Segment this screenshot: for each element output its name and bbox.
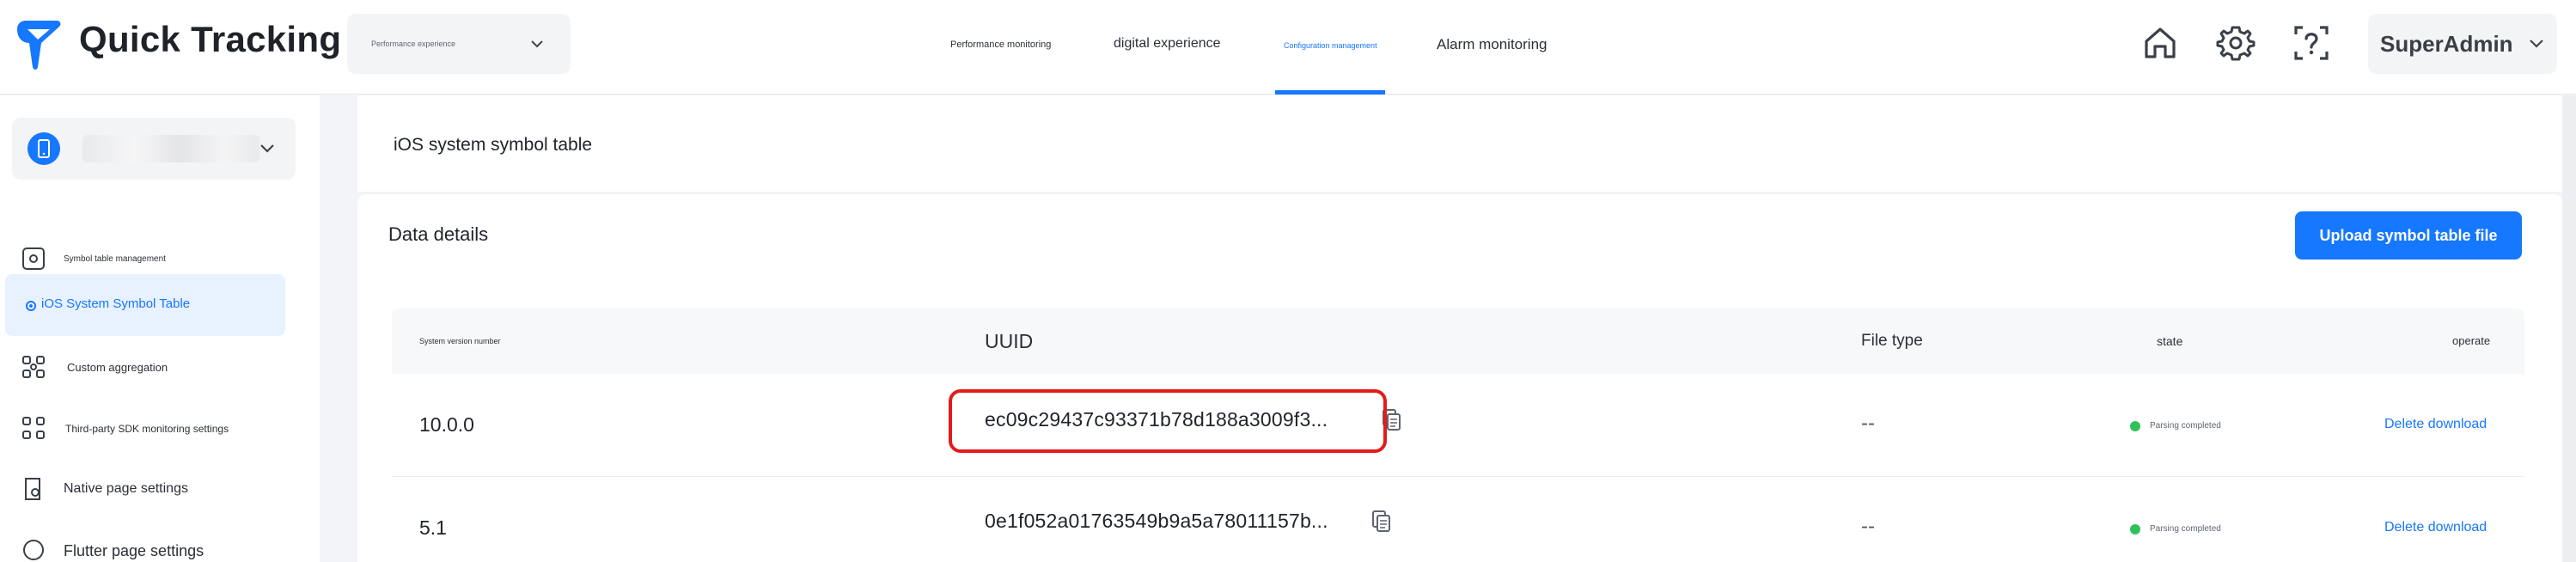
version-cell: 5.1 — [419, 516, 447, 539]
sidebar-item-native-page-settings[interactable]: Native page settings — [0, 459, 320, 519]
file-type-cell: -- — [1861, 515, 1875, 538]
page-title: iOS system symbol table — [394, 135, 593, 155]
delete-download-link[interactable]: Delete download — [2384, 520, 2487, 535]
symbol-settings-icon — [22, 247, 45, 270]
state-cell: Parsing completed — [2150, 421, 2221, 431]
status-success-dot — [2130, 524, 2140, 535]
nav-label: digital experience — [1114, 36, 1221, 51]
column-header-operate: operate — [2452, 334, 2491, 347]
mobile-app-icon — [27, 132, 60, 165]
active-tab-indicator — [1275, 90, 1385, 95]
nav-label: Alarm monitoring — [1437, 36, 1547, 52]
column-header-state: state — [2157, 334, 2183, 348]
uuid-highlight-box — [949, 389, 1387, 453]
settings-gear-icon[interactable] — [2215, 22, 2256, 64]
sidebar-item-label: Third-party SDK monitoring settings — [65, 423, 229, 435]
nav-label: Performance monitoring — [950, 40, 1052, 50]
chevron-down-icon — [260, 144, 274, 153]
page-title-card: iOS system symbol table — [357, 95, 2562, 192]
sidebar-item-label: Custom aggregation — [67, 361, 168, 374]
chevron-down-icon — [531, 40, 543, 48]
app-name-redacted — [82, 135, 259, 162]
section-title: Data details — [388, 223, 489, 245]
home-icon[interactable] — [2140, 22, 2181, 64]
nav-alarm-monitoring[interactable]: Alarm monitoring — [1437, 26, 1554, 95]
sidebar-item-label: Native page settings — [64, 481, 188, 496]
column-header-uuid: UUID — [985, 330, 1034, 352]
sidebar-item-third-party-sdk[interactable]: Third-party SDK monitoring settings — [0, 398, 320, 458]
active-dot-icon — [26, 301, 36, 311]
column-header-file-type: File type — [1861, 332, 1923, 350]
version-cell: 10.0.0 — [419, 413, 474, 436]
brand-name: Quick Tracking — [79, 19, 342, 59]
sidebar-item-label: iOS System Symbol Table — [41, 296, 191, 311]
sidebar-item-custom-aggregation[interactable]: Custom aggregation — [0, 337, 320, 397]
data-details-card: Data details Upload symbol table file Sy… — [357, 194, 2562, 562]
sidebar-item-flutter-page-settings[interactable]: Flutter page settings — [0, 520, 320, 562]
nav-digital-experience[interactable]: digital experience — [1114, 26, 1221, 95]
delete-download-link[interactable]: Delete download — [2384, 417, 2487, 432]
sdk-monitoring-icon — [22, 417, 45, 439]
scrollbar[interactable] — [2562, 95, 2576, 562]
page-settings-icon — [25, 478, 40, 500]
nav-label: Configuration management — [1284, 41, 1377, 50]
aggregation-icon — [22, 356, 45, 378]
product-selector-value: Performance experience — [371, 40, 456, 48]
chevron-down-icon — [2530, 40, 2543, 48]
nav-performance-monitoring[interactable]: Performance monitoring — [950, 26, 1052, 95]
upload-symbol-table-button[interactable]: Upload symbol table file — [2295, 211, 2522, 260]
user-menu[interactable]: SuperAdmin — [2368, 14, 2557, 74]
flutter-settings-icon — [23, 540, 44, 560]
table-header: System version number UUID File type sta… — [392, 308, 2524, 374]
state-cell: Parsing completed — [2150, 524, 2221, 534]
quick-tracking-logo — [17, 21, 61, 70]
column-header-version: System version number — [419, 337, 501, 345]
sidebar-item-ios-system-symbol-table[interactable]: iOS System Symbol Table — [0, 274, 320, 336]
table-row: 5.1 0e1f052a01763549b9a5a78011157b... --… — [392, 477, 2524, 562]
user-name: SuperAdmin — [2380, 31, 2513, 57]
product-selector[interactable]: Performance experience — [347, 14, 571, 74]
nav-configuration-management[interactable]: Configuration management — [1275, 26, 1385, 95]
table-row: 10.0.0 ec09c29437c93371b78d188a3009f3...… — [392, 374, 2524, 477]
sidebar: Symbol table management iOS System Symbo… — [0, 95, 320, 562]
uuid-cell: 0e1f052a01763549b9a5a78011157b... — [985, 510, 1328, 532]
sidebar-item-label: Flutter page settings — [64, 542, 204, 559]
copy-icon[interactable] — [1371, 510, 1392, 534]
file-type-cell: -- — [1861, 412, 1875, 435]
sidebar-item-label: Symbol table management — [64, 254, 166, 264]
help-icon[interactable] — [2291, 22, 2332, 64]
top-header: Quick Tracking Performance experience Pe… — [0, 0, 2576, 95]
app-selector[interactable] — [12, 118, 296, 180]
status-success-dot — [2130, 421, 2140, 431]
